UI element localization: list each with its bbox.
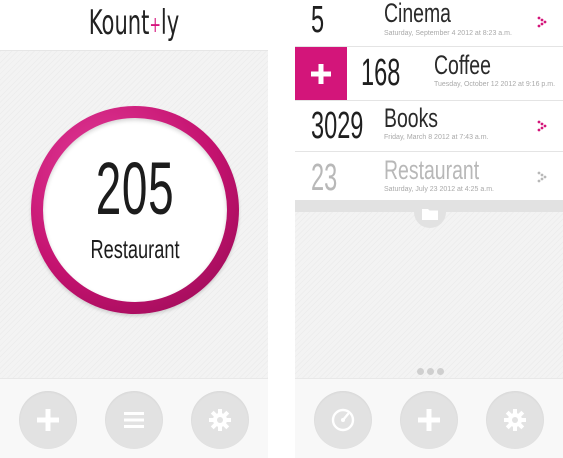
bottom-toolbar <box>0 378 268 458</box>
increment-button[interactable] <box>295 47 347 100</box>
counter-label: Restaurant <box>90 234 180 264</box>
list-item-coffee[interactable]: 168 Coffee Tuesday, October 12 2012 at 9… <box>295 47 563 101</box>
add-button[interactable] <box>19 391 77 449</box>
item-name: Restaurant <box>384 155 480 185</box>
item-date: Saturday, September 4 2012 at 8:23 a.m. <box>384 30 512 37</box>
app-logo: Kount+ly <box>88 3 180 43</box>
chevron-right-icon[interactable] <box>537 16 547 28</box>
page-dot <box>417 368 424 375</box>
dashboard-button[interactable] <box>314 391 372 449</box>
counter-ring[interactable]: 205 Restaurant <box>31 106 239 314</box>
item-date: Friday, March 8 2012 at 7:43 a.m. <box>384 134 489 141</box>
chevron-right-icon[interactable] <box>537 171 547 183</box>
gear-icon <box>209 409 231 431</box>
bottom-toolbar <box>295 378 563 458</box>
page-dot <box>427 368 434 375</box>
settings-button[interactable] <box>191 391 249 449</box>
item-name: Cinema <box>384 0 451 28</box>
list-item-restaurant[interactable]: 23 Restaurant Saturday, July 23 2012 at … <box>295 152 563 203</box>
item-name: Coffee <box>434 50 491 80</box>
add-icon <box>37 409 59 431</box>
menu-icon <box>124 412 144 428</box>
folder-icon <box>422 209 438 220</box>
item-count: 168 <box>361 52 401 94</box>
settings-button[interactable] <box>486 391 544 449</box>
counter-list: 5 Cinema Saturday, September 4 2012 at 8… <box>295 0 563 203</box>
page-dot <box>437 368 444 375</box>
add-button[interactable] <box>400 391 458 449</box>
gear-icon <box>504 409 526 431</box>
item-date: Tuesday, October 12 2012 at 9:16 p.m. <box>434 81 556 88</box>
folder-pull-tab[interactable] <box>414 200 446 228</box>
item-name: Books <box>384 103 439 133</box>
item-count: 23 <box>311 157 338 199</box>
list-item-books[interactable]: 3029 Books Friday, March 8 2012 at 7:43 … <box>295 101 563 152</box>
counter-value: 205 <box>95 147 175 230</box>
counter-face: 205 Restaurant <box>43 118 227 302</box>
item-date: Saturday, July 23 2012 at 4:25 a.m. <box>384 186 494 193</box>
chevron-right-icon[interactable] <box>537 120 547 132</box>
header-bar: Kount+ly <box>0 0 268 51</box>
dashboard-icon <box>331 408 355 432</box>
counter-detail-screen: Kount+ly 205 Restaurant <box>0 0 268 458</box>
counter-list-screen: 5 Cinema Saturday, September 4 2012 at 8… <box>295 0 563 458</box>
menu-button[interactable] <box>105 391 163 449</box>
item-count: 5 <box>311 0 325 41</box>
item-count: 3029 <box>311 105 364 147</box>
list-item-cinema[interactable]: 5 Cinema Saturday, September 4 2012 at 8… <box>295 0 563 47</box>
add-icon <box>311 64 331 84</box>
add-icon <box>418 409 440 431</box>
